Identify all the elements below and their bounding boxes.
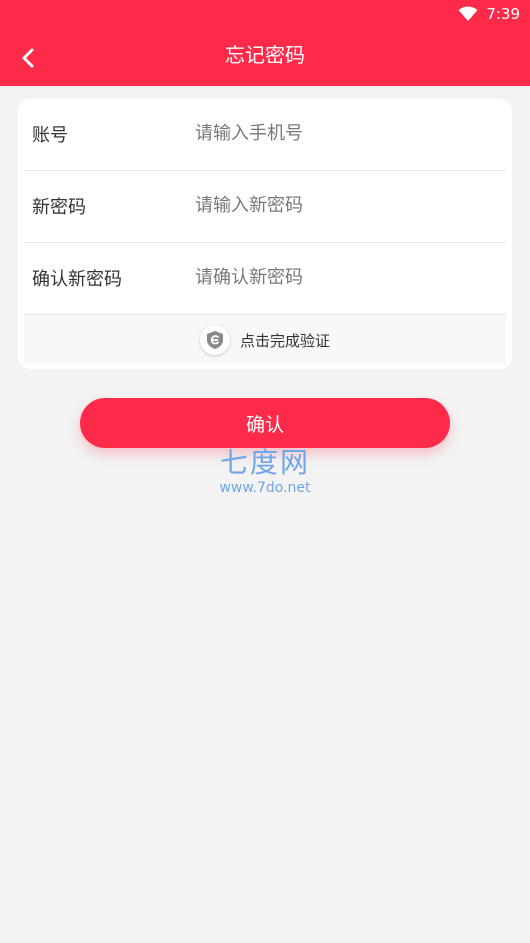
page-title: 忘记密码 <box>225 43 305 67</box>
account-row: 账号 <box>24 99 506 171</box>
confirm-password-label: 确认新密码 <box>32 269 122 290</box>
captcha-verify-text: 点击完成验证 <box>239 331 330 350</box>
confirm-password-input[interactable] <box>195 257 495 297</box>
account-input[interactable] <box>195 113 495 153</box>
new-password-row: 新密码 <box>24 171 506 243</box>
confirm-button[interactable]: 确认 <box>80 398 450 448</box>
captcha-verify-button[interactable]: 点击完成验证 <box>24 315 506 365</box>
confirm-password-row: 确认新密码 <box>24 243 506 315</box>
watermark: 七度网 www.7do.net <box>200 446 330 496</box>
watermark-url: www.7do.net <box>219 480 311 496</box>
header-bar: 忘记密码 <box>0 30 530 86</box>
status-time: 7:39 <box>486 5 520 23</box>
new-password-label: 新密码 <box>32 197 86 218</box>
status-bar: 7:39 <box>0 0 530 30</box>
form-card: 账号 新密码 确认新密码 点击完成验证 <box>18 99 512 369</box>
wifi-icon <box>458 6 478 21</box>
watermark-text: 七度网 <box>219 446 310 479</box>
shield-icon <box>199 325 230 355</box>
account-label: 账号 <box>32 125 68 146</box>
new-password-input[interactable] <box>195 185 495 225</box>
